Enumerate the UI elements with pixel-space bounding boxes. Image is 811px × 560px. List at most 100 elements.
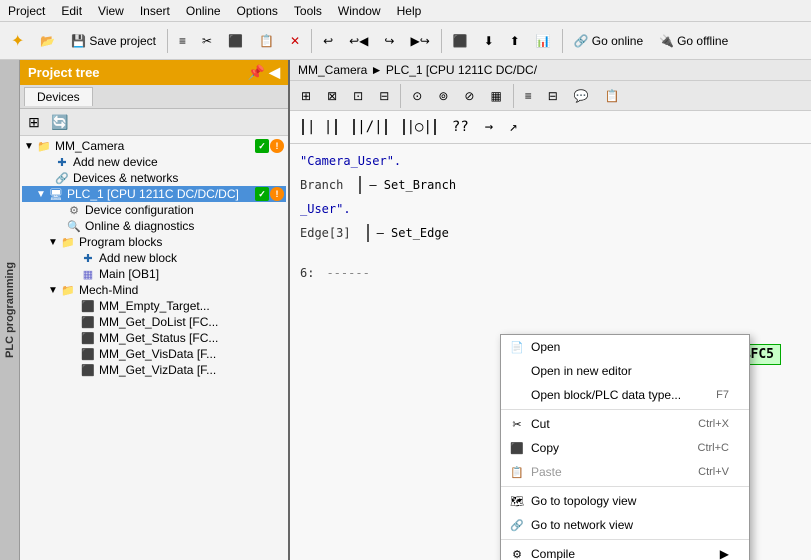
tree-item-mm-empty[interactable]: ⬛ MM_Empty_Target...: [22, 298, 286, 314]
rt-btn9[interactable]: ≡: [518, 85, 539, 107]
rt-btn12[interactable]: 📋: [598, 85, 627, 107]
tree-item-online-diag[interactable]: 🔍 Online & diagnostics: [22, 218, 286, 234]
delete-button[interactable]: ✕: [283, 30, 307, 52]
project-tree-header: Project tree 📌 ◀: [20, 60, 288, 85]
rt-btn5[interactable]: ⊙: [405, 85, 429, 107]
tree-item-mm-visdata[interactable]: ⬛ MM_Get_VisData [F...: [22, 346, 286, 362]
breadcrumb: MM_Camera ► PLC_1 [CPU 1211C DC/DC/: [298, 63, 537, 77]
undo-button[interactable]: ↩: [316, 30, 340, 52]
status-green-plc1: ✓: [255, 187, 269, 201]
menu-view[interactable]: View: [90, 2, 132, 20]
rt-btn1[interactable]: ⊞: [294, 85, 318, 107]
menu-options[interactable]: Options: [229, 2, 286, 20]
upload-button[interactable]: ⬛: [446, 30, 475, 52]
unknown-symbol: ??: [452, 119, 469, 135]
copy-button[interactable]: ⬛: [221, 30, 250, 52]
mm-empty-icon: ⬛: [80, 299, 96, 313]
open-button[interactable]: 📂: [33, 30, 62, 52]
rt-btn4[interactable]: ⊟: [372, 85, 396, 107]
undo2-button[interactable]: ↩◀: [342, 30, 375, 52]
mm-vizdata-icon: ⬛: [80, 363, 96, 377]
ctx-topology[interactable]: 🗺 Go to topology view: [501, 489, 749, 513]
ctx-network-label: Go to network view: [531, 518, 633, 532]
ctx-cut-label: Cut: [531, 417, 550, 431]
tree-refresh-btn[interactable]: 🔄: [48, 111, 72, 133]
add-block-icon: ✚: [80, 251, 96, 265]
tree-item-mm-dolist[interactable]: ⬛ MM_Get_DoList [FC...: [22, 314, 286, 330]
rt-btn10[interactable]: ⊟: [541, 85, 565, 107]
tree-item-plc1[interactable]: ▼ 🖥 PLC_1 [CPU 1211C DC/DC/DC] ✓ !: [22, 186, 286, 202]
menu-online[interactable]: Online: [178, 2, 229, 20]
redo-button[interactable]: ↪: [377, 30, 401, 52]
ctx-sep1: [501, 409, 749, 410]
new-button[interactable]: ✦: [4, 27, 31, 55]
tree-item-devices-networks[interactable]: 🔗 Devices & networks: [22, 170, 286, 186]
transfer-button[interactable]: ⬆: [503, 30, 527, 52]
ctx-open-new[interactable]: Open in new editor: [501, 359, 749, 383]
ctx-compile[interactable]: ⚙ Compile ▶: [501, 542, 749, 560]
menu-window[interactable]: Window: [330, 2, 389, 20]
ladder-toolbar: | | |/| |○| ?? → ↗: [290, 111, 811, 144]
menu-help[interactable]: Help: [389, 2, 430, 20]
pin-icon[interactable]: 📌: [248, 64, 265, 81]
network-icon-ctx: 🔗: [509, 517, 525, 533]
tree-item-add-block[interactable]: ✚ Add new block: [22, 250, 286, 266]
code-line-2: Branch — Set_Branch: [300, 176, 801, 194]
ctx-copy-label: Copy: [531, 441, 559, 455]
tree-item-mmcamera[interactable]: ▼ 📁 MM_Camera ✓ !: [22, 138, 286, 154]
rt-btn7[interactable]: ⊘: [457, 85, 481, 107]
rt-icon2: ⊠: [327, 89, 337, 103]
cut-icon: ✂: [202, 34, 212, 48]
menu-project[interactable]: Project: [0, 2, 53, 20]
compare-icon: 📊: [536, 34, 551, 48]
menu-tools[interactable]: Tools: [286, 2, 330, 20]
tree-item-program-blocks[interactable]: ▼ 📁 Program blocks: [22, 234, 286, 250]
arrow-mech-mind: ▼: [48, 285, 60, 296]
sep2: [311, 29, 312, 53]
paste-button[interactable]: 📋: [252, 30, 281, 52]
ctx-open-block[interactable]: Open block/PLC data type... F7: [501, 383, 749, 407]
rt-btn8[interactable]: ▦: [483, 85, 508, 107]
rt-btn6[interactable]: ⊚: [431, 85, 455, 107]
ctx-paste[interactable]: 📋 Paste Ctrl+V: [501, 460, 749, 484]
tree-item-mm-status[interactable]: ⬛ MM_Get_Status [FC...: [22, 330, 286, 346]
open-new-icon: [509, 363, 525, 379]
code-edge-func: — Set_Edge: [367, 224, 457, 242]
go-offline-button[interactable]: 🔌 Go offline: [652, 30, 735, 52]
sep4: [562, 29, 563, 53]
print-button[interactable]: ≡: [172, 30, 193, 52]
tree-item-main-ob1[interactable]: ▦ Main [OB1]: [22, 266, 286, 282]
rt-btn3[interactable]: ⊡: [346, 85, 370, 107]
save-button[interactable]: 💾 Save project: [64, 30, 163, 52]
code-branch-func: — Set_Branch: [359, 176, 464, 194]
undo2-icon: ↩◀: [349, 34, 368, 48]
devices-tab[interactable]: Devices: [24, 87, 93, 106]
compare-button[interactable]: 📊: [529, 30, 558, 52]
label-mm-status: MM_Get_Status [FC...: [99, 331, 218, 345]
ctx-cut[interactable]: ✂ Cut Ctrl+X: [501, 412, 749, 436]
download-button[interactable]: ⬇: [477, 30, 501, 52]
menu-insert[interactable]: Insert: [132, 2, 178, 20]
mm-visdata-icon: ⬛: [80, 347, 96, 361]
cut-button[interactable]: ✂: [195, 30, 219, 52]
go-online-button[interactable]: 🔗 Go online: [567, 30, 650, 52]
ctx-open[interactable]: 📄 Open: [501, 335, 749, 359]
tree-item-mm-vizdata[interactable]: ⬛ MM_Get_VizData [F...: [22, 362, 286, 378]
ctx-network[interactable]: 🔗 Go to network view: [501, 513, 749, 537]
menu-edit[interactable]: Edit: [53, 2, 90, 20]
transfer-icon: ⬆: [510, 34, 520, 48]
sep1: [167, 29, 168, 53]
rt-icon10: ⊟: [548, 89, 558, 103]
tree-item-mech-mind[interactable]: ▼ 📁 Mech-Mind: [22, 282, 286, 298]
tree-item-add-device[interactable]: ✚ Add new device: [22, 154, 286, 170]
code-line-4: Edge[3] — Set_Edge: [300, 224, 801, 242]
add-device-icon: ✚: [54, 155, 70, 169]
rt-btn11[interactable]: 💬: [567, 85, 596, 107]
redo2-button[interactable]: ▶↪: [403, 30, 436, 52]
collapse-icon[interactable]: ◀: [269, 64, 280, 81]
rt-sep2: [513, 84, 514, 108]
rt-btn2[interactable]: ⊠: [320, 85, 344, 107]
tree-expand-btn[interactable]: ⊞: [22, 111, 46, 133]
tree-item-device-config[interactable]: ⚙ Device configuration: [22, 202, 286, 218]
ctx-copy[interactable]: ⬛ Copy Ctrl+C: [501, 436, 749, 460]
